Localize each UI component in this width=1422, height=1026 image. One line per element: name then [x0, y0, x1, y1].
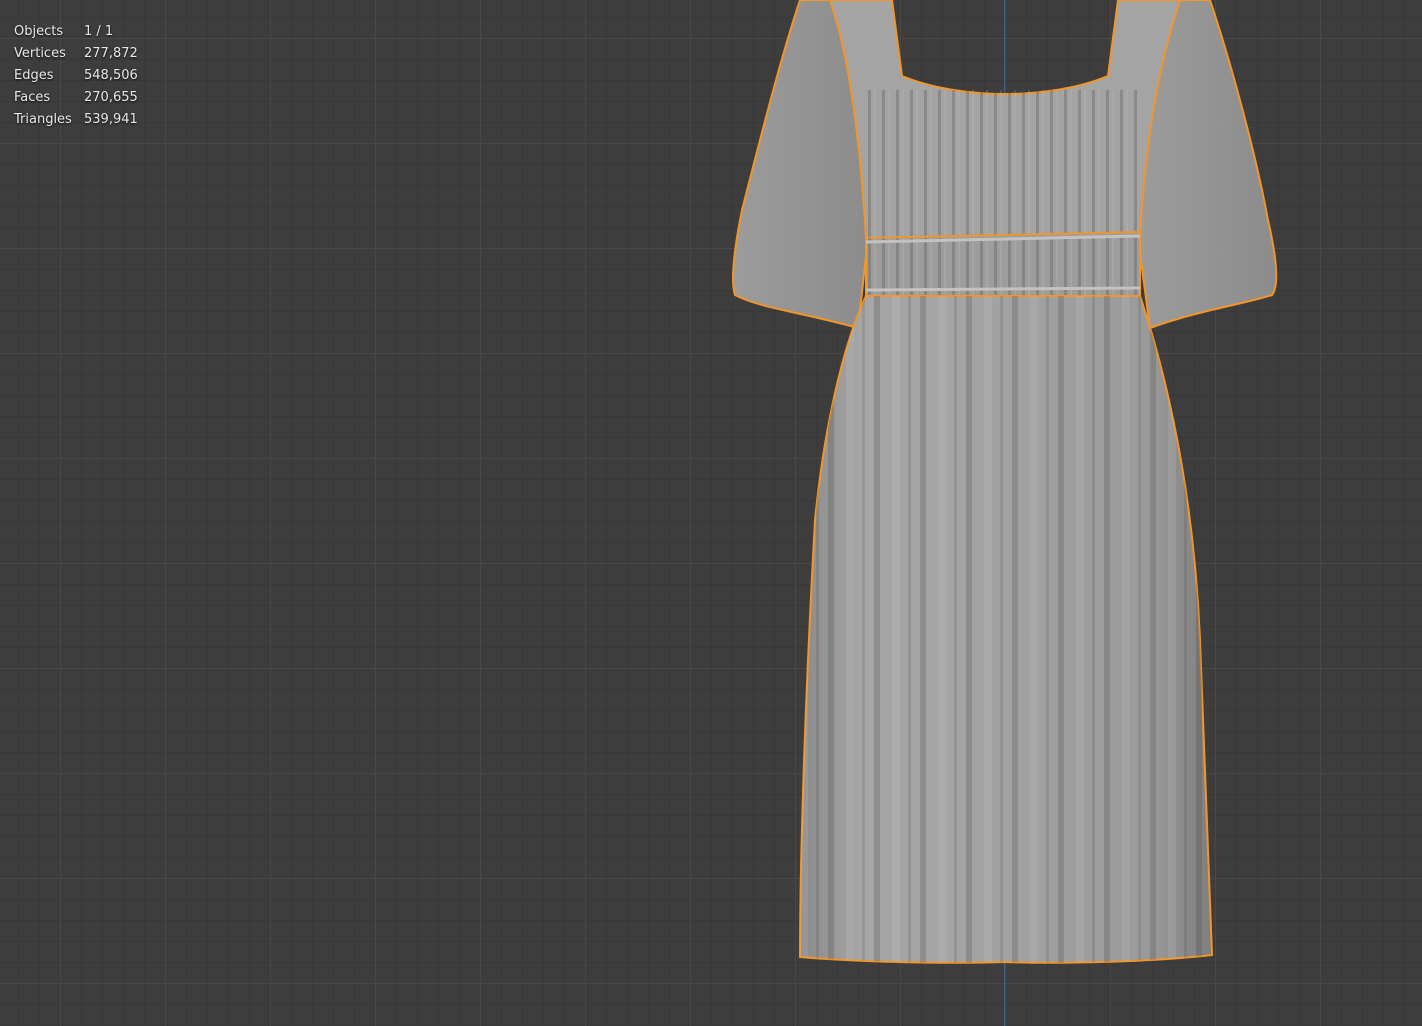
- skirt-folds: [800, 296, 1212, 963]
- selected-dress-mesh[interactable]: [0, 0, 1422, 1026]
- waistband-seam: [865, 286, 1141, 292]
- 3d-viewport[interactable]: Objects 1 / 1 Vertices 277,872 Edges 548…: [0, 0, 1422, 1026]
- bodice-gathers: [866, 90, 1140, 238]
